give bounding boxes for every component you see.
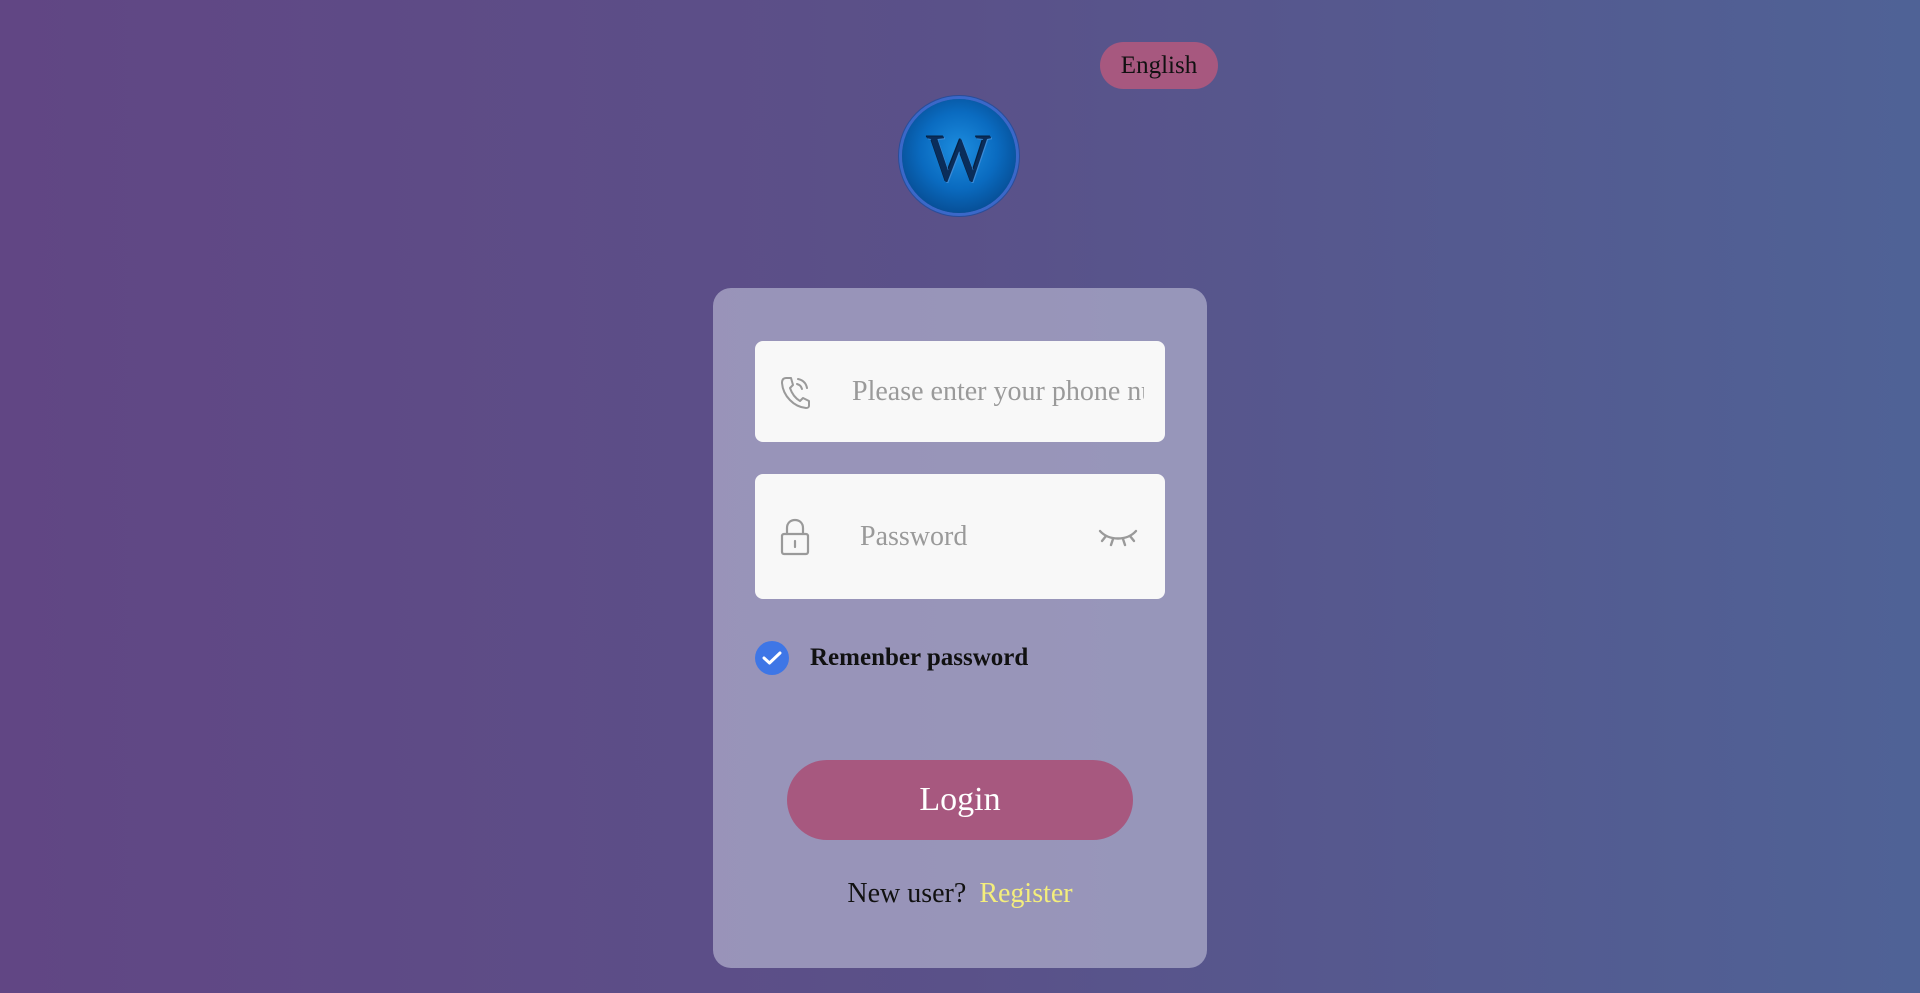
login-button-label: Login [919,781,1001,818]
phone-field[interactable] [755,341,1165,442]
phone-icon [779,374,811,410]
language-button[interactable]: English [1100,42,1218,89]
check-icon[interactable] [755,641,789,675]
register-row: New user? Register [713,878,1207,910]
logo-letter: W [926,120,992,196]
login-card: Remenber password Login New user? Regist… [713,288,1207,968]
register-link[interactable]: Register [979,878,1072,909]
new-user-text: New user? [847,878,967,909]
password-input[interactable] [860,516,1080,557]
remember-password-label: Remenber password [810,644,1029,671]
password-field[interactable] [755,474,1165,599]
remember-password-toggle[interactable]: Remenber password [755,641,1028,675]
app-logo: W [902,99,1016,213]
login-button[interactable]: Login [787,760,1133,840]
phone-input[interactable] [852,371,1144,412]
eye-closed-icon[interactable] [1097,525,1139,549]
lock-icon [779,518,811,555]
language-label: English [1120,51,1198,79]
